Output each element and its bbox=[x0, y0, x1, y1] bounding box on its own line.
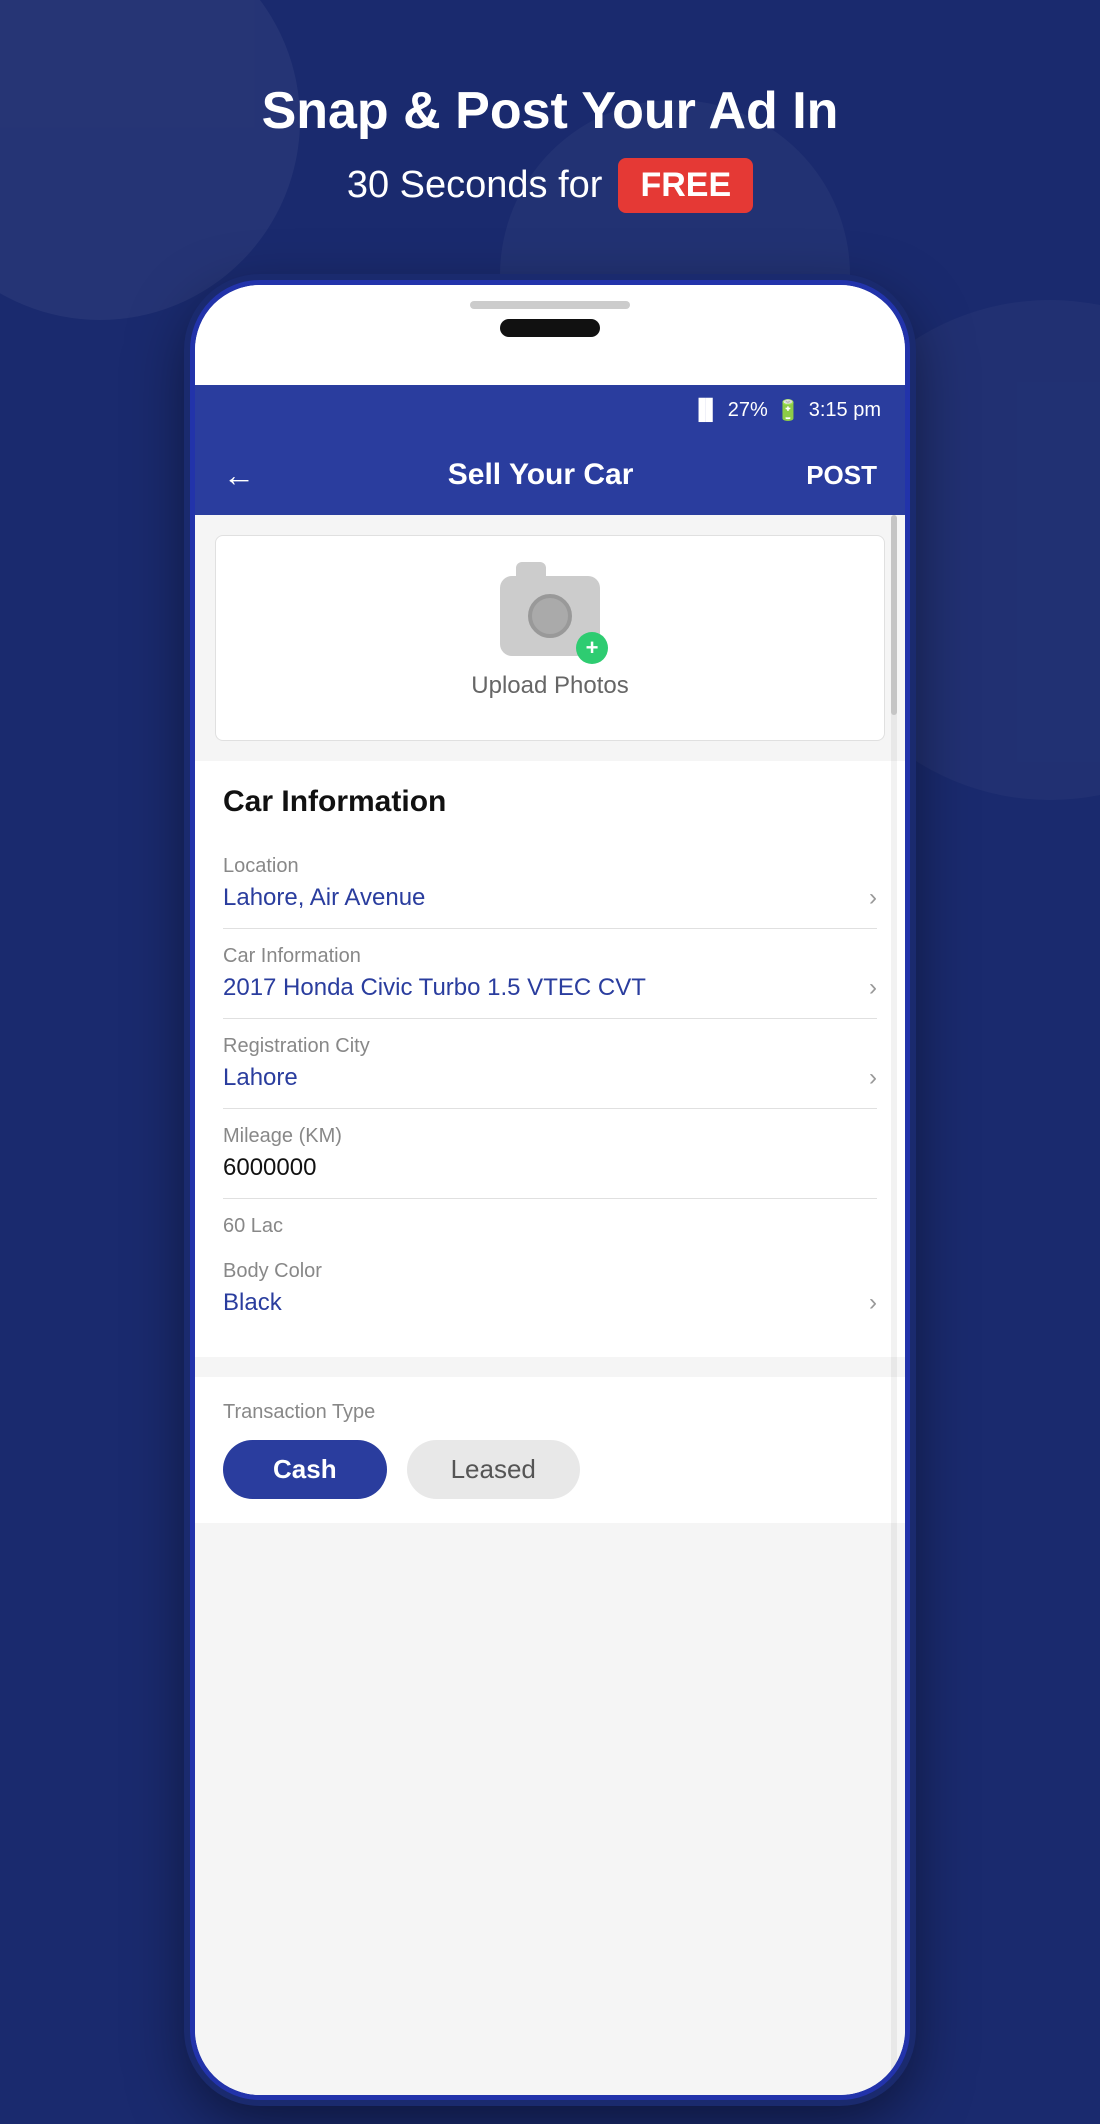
upload-label: Upload Photos bbox=[471, 672, 628, 700]
camera-icon-wrap: + bbox=[500, 576, 600, 656]
free-badge: FREE bbox=[618, 158, 753, 213]
phone-home-indicator bbox=[500, 319, 600, 337]
camera-hump bbox=[516, 562, 546, 578]
location-value: Lahore, Air Avenue bbox=[223, 884, 425, 912]
car-info-section: Car Information Location Lahore, Air Ave… bbox=[195, 761, 905, 1357]
upload-section[interactable]: + Upload Photos bbox=[215, 535, 885, 741]
transaction-label: Transaction Type bbox=[223, 1401, 877, 1424]
status-bar: ▐▌ 27% 🔋 3:15 pm bbox=[195, 385, 905, 435]
reg-city-label: Registration City bbox=[223, 1035, 877, 1058]
post-button[interactable]: POST bbox=[806, 460, 877, 491]
section-title: Car Information bbox=[223, 785, 877, 819]
location-field[interactable]: Location Lahore, Air Avenue › bbox=[223, 839, 877, 929]
phone-content: + Upload Photos Car Information Location… bbox=[195, 515, 905, 2095]
registration-city-field[interactable]: Registration City Lahore › bbox=[223, 1019, 877, 1109]
back-button[interactable]: ← bbox=[223, 457, 255, 494]
car-info-chevron: › bbox=[869, 974, 877, 1002]
header-title: Snap & Post Your Ad In bbox=[0, 80, 1100, 142]
body-color-value: Black bbox=[223, 1289, 282, 1317]
phone-power-button bbox=[905, 485, 910, 565]
time-display: 3:15 pm bbox=[809, 399, 881, 422]
car-info-value: 2017 Honda Civic Turbo 1.5 VTEC CVT bbox=[223, 974, 646, 1002]
header-sub-prefix: 30 Seconds for bbox=[347, 164, 603, 207]
location-chevron: › bbox=[869, 884, 877, 912]
phone-frame: ▐▌ 27% 🔋 3:15 pm ← Sell Your Car POST bbox=[190, 280, 910, 2100]
body-color-field[interactable]: Body Color Black › bbox=[223, 1244, 877, 1333]
car-info-field[interactable]: Car Information 2017 Honda Civic Turbo 1… bbox=[223, 929, 877, 1019]
leased-button[interactable]: Leased bbox=[407, 1440, 580, 1499]
reg-city-value-row: Lahore › bbox=[223, 1064, 877, 1092]
phone-top bbox=[195, 285, 905, 385]
reg-city-chevron: › bbox=[869, 1064, 877, 1092]
header-sub: 30 Seconds for FREE bbox=[0, 158, 1100, 213]
status-icons: ▐▌ 27% 🔋 3:15 pm bbox=[691, 398, 881, 423]
mileage-field[interactable]: Mileage (KM) 6000000 bbox=[223, 1109, 877, 1199]
app-header: ← Sell Your Car POST bbox=[195, 435, 905, 515]
reg-city-value: Lahore bbox=[223, 1064, 298, 1092]
camera-lens bbox=[528, 594, 572, 638]
phone-notch-bar bbox=[470, 301, 630, 309]
header-area: Snap & Post Your Ad In 30 Seconds for FR… bbox=[0, 80, 1100, 213]
scroll-thumb bbox=[891, 515, 897, 715]
car-info-label: Car Information bbox=[223, 945, 877, 968]
scroll-bar bbox=[891, 515, 897, 2095]
body-color-value-row: Black › bbox=[223, 1289, 877, 1317]
price-label: 60 Lac bbox=[223, 1199, 877, 1244]
mileage-value: 6000000 bbox=[223, 1154, 316, 1182]
body-color-label: Body Color bbox=[223, 1260, 877, 1283]
app-title: Sell Your Car bbox=[275, 458, 806, 492]
body-color-chevron: › bbox=[869, 1289, 877, 1317]
battery-icon: 🔋 bbox=[776, 398, 801, 423]
battery-percent: 27% bbox=[728, 399, 768, 422]
location-value-row: Lahore, Air Avenue › bbox=[223, 884, 877, 912]
location-label: Location bbox=[223, 855, 877, 878]
transaction-buttons: Cash Leased bbox=[223, 1440, 877, 1499]
car-info-value-row: 2017 Honda Civic Turbo 1.5 VTEC CVT › bbox=[223, 974, 877, 1002]
add-photo-icon: + bbox=[576, 632, 608, 664]
signal-icon: ▐▌ bbox=[691, 399, 719, 422]
transaction-section: Transaction Type Cash Leased bbox=[195, 1377, 905, 1523]
phone-container: ▐▌ 27% 🔋 3:15 pm ← Sell Your Car POST bbox=[190, 280, 910, 2100]
mileage-value-row: 6000000 bbox=[223, 1154, 877, 1182]
mileage-label: Mileage (KM) bbox=[223, 1125, 877, 1148]
cash-button[interactable]: Cash bbox=[223, 1440, 387, 1499]
